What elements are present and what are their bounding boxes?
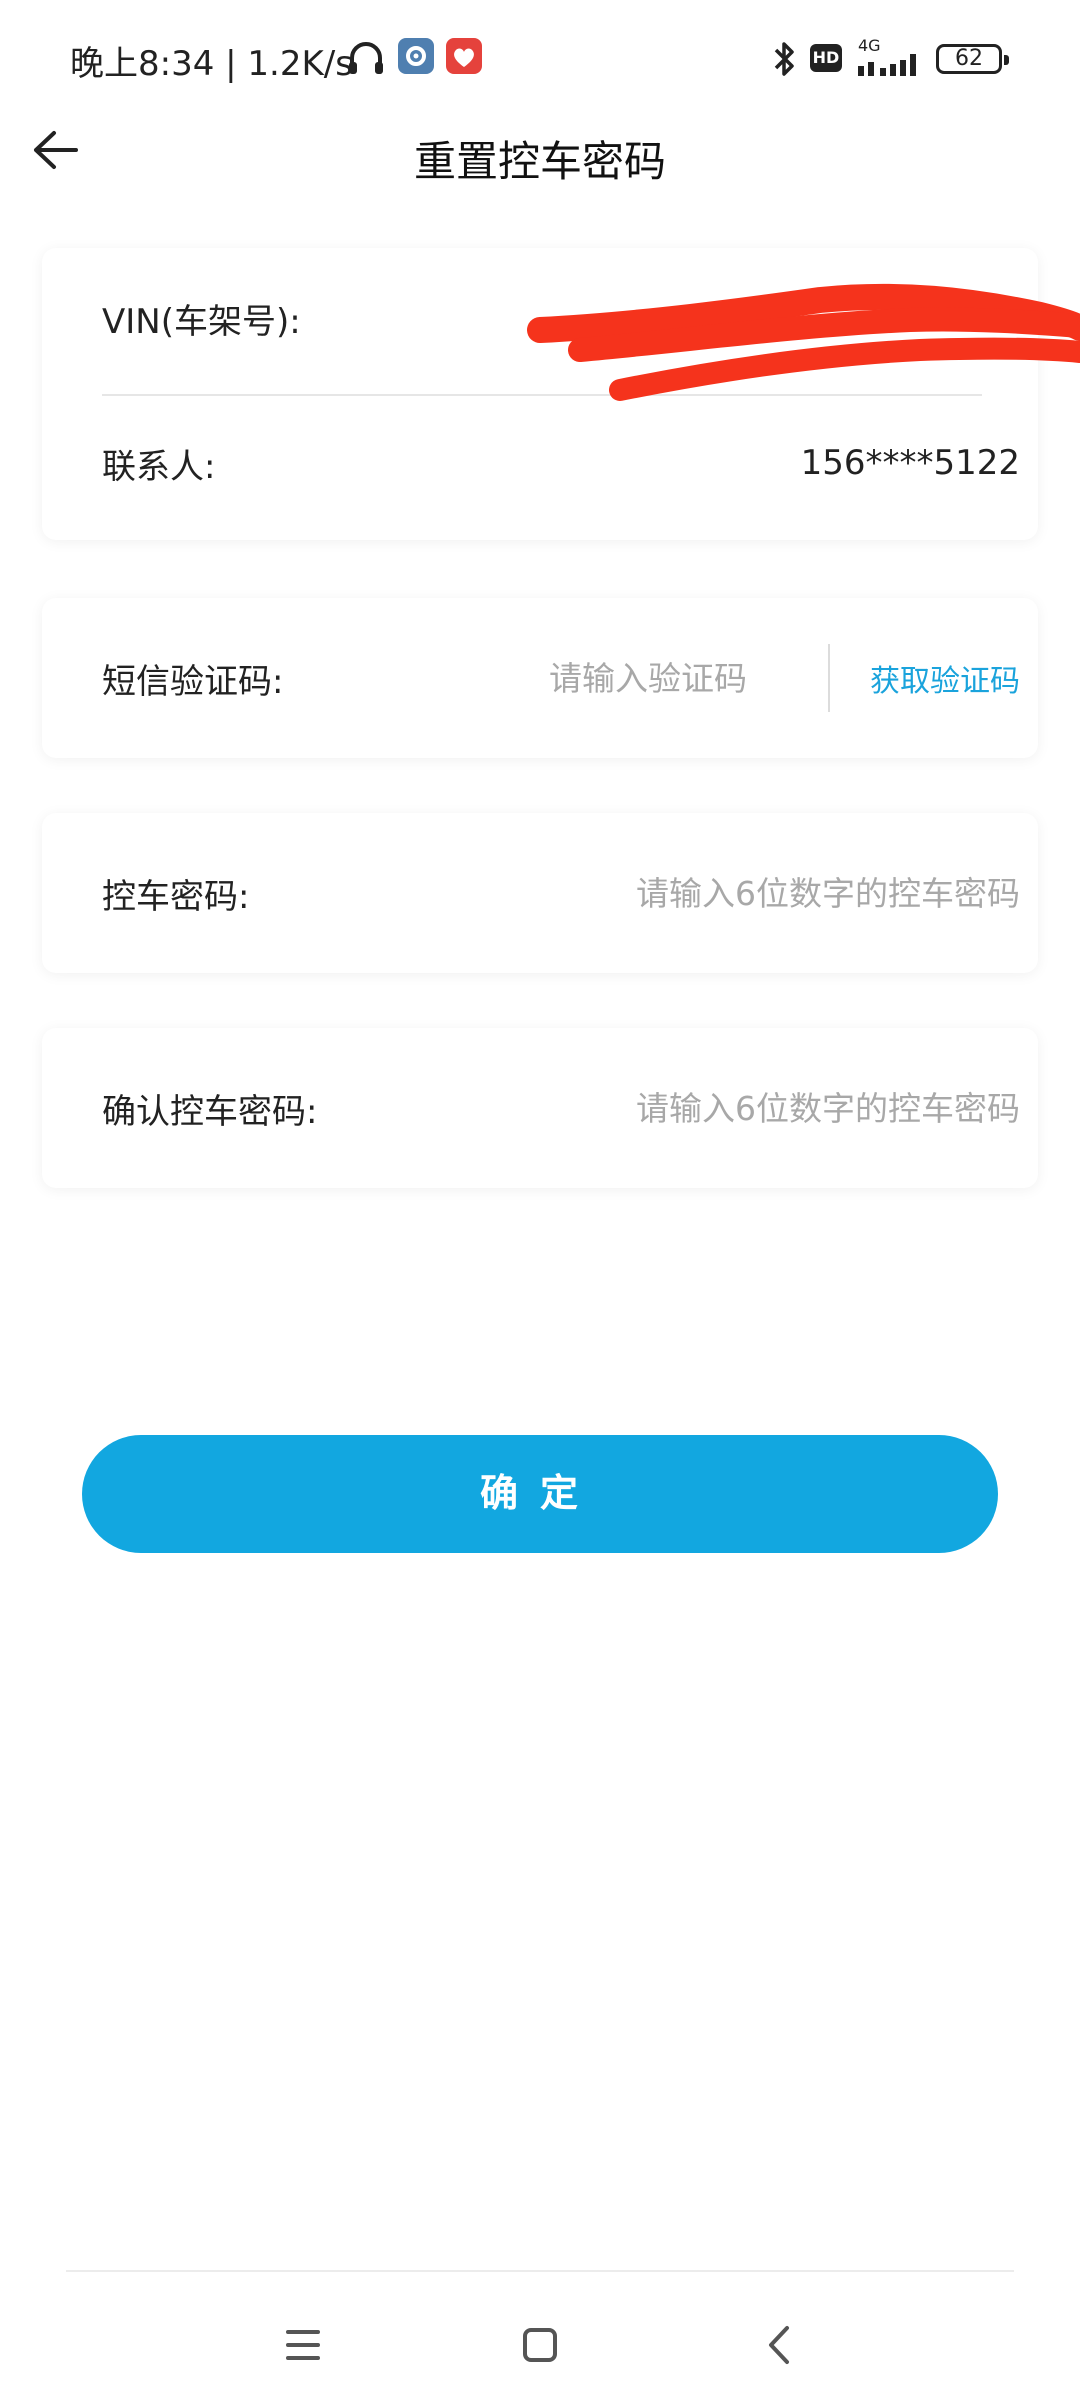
headphones-icon (349, 42, 383, 74)
hd-badge: HD (810, 44, 842, 72)
sms-code-input[interactable] (498, 658, 798, 698)
password-row: 控车密码: (102, 828, 1020, 958)
get-code-button[interactable]: 获取验证码 (870, 656, 1020, 700)
vin-label: VIN(车架号): (102, 301, 301, 342)
settings-app-icon (398, 38, 434, 74)
red-app-icon (446, 38, 482, 74)
sms-code-card: 短信验证码: 获取验证码 (42, 598, 1038, 758)
contact-row: 联系人: 156****5122 (102, 398, 1020, 528)
page-title: 重置控车密码 (413, 137, 666, 186)
battery-icon: 62 (936, 44, 1009, 74)
status-time: 晚上8:34 | 1.2K/s (70, 44, 353, 84)
confirm-password-card: 确认控车密码: (42, 1028, 1038, 1188)
contact-label: 联系人: (102, 446, 216, 487)
signal-icon (858, 54, 916, 76)
reset-password-screen: 晚上8:34 | 1.2K/s HD 4G 62 重置控车密码 VIN(车架号)… (0, 0, 1080, 2400)
confirm-password-label: 确认控车密码: (102, 1091, 318, 1132)
nav-divider (66, 2270, 1014, 2272)
confirm-password-input[interactable] (500, 1088, 1020, 1128)
sms-code-row: 短信验证码: 获取验证码 (102, 598, 1020, 758)
menu-icon[interactable] (258, 2310, 348, 2380)
redaction-scribble (527, 283, 1080, 401)
password-label: 控车密码: (102, 876, 250, 917)
status-bar: 晚上8:34 | 1.2K/s HD 4G 62 (0, 0, 1080, 118)
password-card: 控车密码: (42, 813, 1038, 973)
password-input[interactable] (500, 873, 1020, 913)
back-icon[interactable] (735, 2310, 825, 2380)
confirm-button[interactable]: 确定 (82, 1435, 998, 1553)
confirm-password-row: 确认控车密码: (102, 1043, 1020, 1173)
home-icon[interactable] (495, 2310, 585, 2380)
bluetooth-icon (774, 42, 794, 76)
contact-value: 156****5122 (800, 443, 1020, 483)
sms-code-label: 短信验证码: (102, 661, 284, 702)
vertical-divider (828, 644, 830, 712)
